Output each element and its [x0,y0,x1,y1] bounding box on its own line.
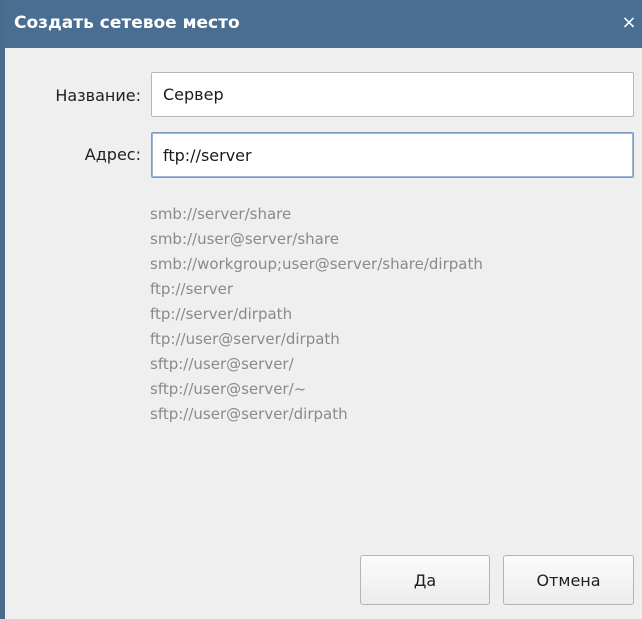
address-example: ftp://server/dirpath [150,305,293,323]
address-example: smb://user@server/share [150,230,339,248]
address-example: smb://server/share [150,205,292,223]
address-example: sftp://user@server/ [150,355,294,373]
address-example: ftp://server [150,280,234,298]
address-example: smb://workgroup;user@server/share/dirpat… [150,255,483,273]
address-example: sftp://user@server/dirpath [150,405,348,423]
address-example: ftp://user@server/dirpath [150,330,340,348]
address-example: sftp://user@server/~ [150,380,307,398]
address-field[interactable] [151,132,634,178]
address-examples-list: smb://server/share smb://user@server/sha… [150,202,483,427]
create-network-place-dialog: Создать сетевое место × Название: Адрес:… [0,0,642,619]
name-field[interactable] [151,72,634,117]
dialog-title: Создать сетевое место [14,13,240,33]
ok-button[interactable]: Да [360,555,490,605]
close-icon[interactable]: × [618,11,640,35]
dialog-titlebar[interactable]: Создать сетевое место × [5,0,642,48]
address-label: Адрес: [84,145,141,164]
cancel-button[interactable]: Отмена [503,555,634,605]
name-label: Название: [55,86,141,105]
